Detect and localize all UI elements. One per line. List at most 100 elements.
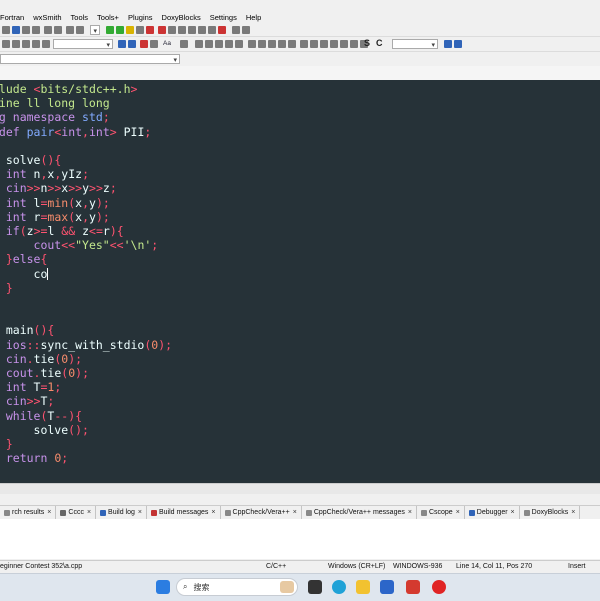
log-tab[interactable]: Cscope × xyxy=(417,506,465,519)
store-icon[interactable] xyxy=(380,580,394,594)
file-explorer-icon[interactable] xyxy=(356,580,370,594)
log-tab[interactable]: CppCheck/Vera++ × xyxy=(221,506,302,519)
abort-icon[interactable] xyxy=(146,26,154,34)
close-icon[interactable]: × xyxy=(511,509,515,516)
menu-item[interactable]: wxSmith xyxy=(33,13,61,22)
task-view-icon[interactable] xyxy=(308,580,322,594)
close-icon[interactable]: × xyxy=(47,509,51,516)
text-icon[interactable] xyxy=(205,40,213,48)
find-icon[interactable] xyxy=(444,40,452,48)
save-icon[interactable] xyxy=(22,26,30,34)
windows-start-icon[interactable] xyxy=(156,580,170,594)
jump-back-icon[interactable] xyxy=(118,40,126,48)
menu-item[interactable]: DoxyBlocks xyxy=(162,13,201,22)
code-line[interactable]: return 0; xyxy=(0,451,68,465)
target-combo[interactable]: ▾ xyxy=(90,25,100,35)
taskbar-search[interactable]: ⌕ 搜索 xyxy=(176,578,298,596)
menu-item[interactable]: Plugins xyxy=(128,13,153,22)
search-combo[interactable]: ▾ xyxy=(392,39,438,49)
copy-icon[interactable] xyxy=(76,26,84,34)
build-run-icon[interactable] xyxy=(126,26,134,34)
various-info-icon[interactable] xyxy=(242,26,250,34)
run-to-cursor-icon[interactable] xyxy=(168,26,176,34)
rect2-icon[interactable] xyxy=(310,40,318,48)
code-line[interactable]: cin>>T; xyxy=(0,394,55,408)
close-icon[interactable]: × xyxy=(293,509,297,516)
next-bookmark-icon[interactable] xyxy=(22,40,30,48)
code-line[interactable]: cout<<"Yes"<<'\n'; xyxy=(0,238,159,252)
rect3-icon[interactable] xyxy=(320,40,328,48)
code-line[interactable]: }else{ xyxy=(0,252,48,266)
rect-icon[interactable] xyxy=(300,40,308,48)
jump-forward-icon[interactable] xyxy=(128,40,136,48)
build-icon[interactable] xyxy=(106,26,114,34)
code-line[interactable]: ios::sync_with_stdio(0); xyxy=(0,338,172,352)
layout-icon[interactable] xyxy=(225,40,233,48)
save-all-icon[interactable] xyxy=(32,26,40,34)
pause-icon[interactable] xyxy=(208,26,216,34)
close-icon[interactable]: × xyxy=(211,509,215,516)
cut-icon[interactable] xyxy=(66,26,74,34)
code-line[interactable]: cout.tie(0); xyxy=(0,366,89,380)
zoom-out-icon[interactable] xyxy=(350,40,358,48)
highlight-icon[interactable] xyxy=(140,40,148,48)
menu-item[interactable]: Settings xyxy=(210,13,237,22)
code-line[interactable]: int T=1; xyxy=(0,380,61,394)
log-tab[interactable]: Build log × xyxy=(96,506,147,519)
menu-item[interactable]: Tools+ xyxy=(97,13,119,22)
code-line[interactable]: clude <bits/stdc++.h> xyxy=(0,82,137,96)
code-line[interactable]: cin>>n>>x>>y>>z; xyxy=(0,181,117,195)
code-line[interactable]: ng namespace std; xyxy=(0,110,110,124)
close-icon[interactable]: × xyxy=(138,509,142,516)
code-line[interactable]: while(T--){ xyxy=(0,409,82,423)
code-line[interactable]: } xyxy=(0,437,13,451)
code-line[interactable]: d solve(){ xyxy=(0,153,61,167)
symbol-s-button[interactable]: S xyxy=(364,38,370,48)
run-icon[interactable] xyxy=(116,26,124,34)
code-line[interactable]: int n,x,yIz; xyxy=(0,167,89,181)
jump-combo[interactable]: ▾ xyxy=(53,39,113,49)
options-icon[interactable] xyxy=(180,40,188,48)
code-line[interactable]: main(){ xyxy=(0,323,54,337)
code-line[interactable]: co xyxy=(0,267,49,281)
open-icon[interactable] xyxy=(12,26,20,34)
clear-bookmarks-icon[interactable] xyxy=(32,40,40,48)
undo-icon[interactable] xyxy=(44,26,52,34)
code-line[interactable]: if(z>=l && z<=r){ xyxy=(0,224,124,238)
log-tab[interactable]: Cccc × xyxy=(56,506,97,519)
regex-label[interactable]: Aa xyxy=(163,40,171,47)
codeblocks-icon[interactable] xyxy=(406,580,420,594)
close-icon[interactable]: × xyxy=(408,509,412,516)
symbol-c-button[interactable]: C xyxy=(376,38,383,48)
code-line[interactable]: int r=max(x,y); xyxy=(0,210,110,224)
fline-icon[interactable] xyxy=(288,40,296,48)
close-icon[interactable]: × xyxy=(87,509,91,516)
code-editor[interactable]: clude <bits/stdc++.h>fine ll long longng… xyxy=(0,80,600,483)
stop-debug-icon[interactable] xyxy=(218,26,226,34)
close-icon[interactable]: × xyxy=(571,509,575,516)
log-tab[interactable]: CppCheck/Vera++ messages × xyxy=(302,506,417,519)
rebuild-icon[interactable] xyxy=(136,26,144,34)
comment-icon[interactable] xyxy=(215,40,223,48)
horizontal-scrollbar[interactable] xyxy=(0,483,600,494)
dline-icon[interactable] xyxy=(268,40,276,48)
eline-icon[interactable] xyxy=(278,40,286,48)
hline-icon[interactable] xyxy=(258,40,266,48)
line-icon[interactable] xyxy=(248,40,256,48)
step-into-icon[interactable] xyxy=(188,26,196,34)
rect4-icon[interactable] xyxy=(330,40,338,48)
zoom-in-icon[interactable] xyxy=(340,40,348,48)
code-line[interactable]: cin.tie(0); xyxy=(0,352,82,366)
music-app-icon[interactable] xyxy=(432,580,446,594)
next-line-icon[interactable] xyxy=(178,26,186,34)
jump-icon[interactable] xyxy=(42,40,50,48)
debug-icon[interactable] xyxy=(158,26,166,34)
log-tab[interactable]: DoxyBlocks × xyxy=(520,506,581,519)
new-file-icon[interactable] xyxy=(2,26,10,34)
step-out-icon[interactable] xyxy=(198,26,206,34)
edge-icon[interactable] xyxy=(332,580,346,594)
prev-bookmark-icon[interactable] xyxy=(12,40,20,48)
code-line[interactable]: solve(); xyxy=(0,423,89,437)
code-line[interactable]: } xyxy=(0,281,13,295)
code-line[interactable]: fine ll long long xyxy=(0,96,110,110)
